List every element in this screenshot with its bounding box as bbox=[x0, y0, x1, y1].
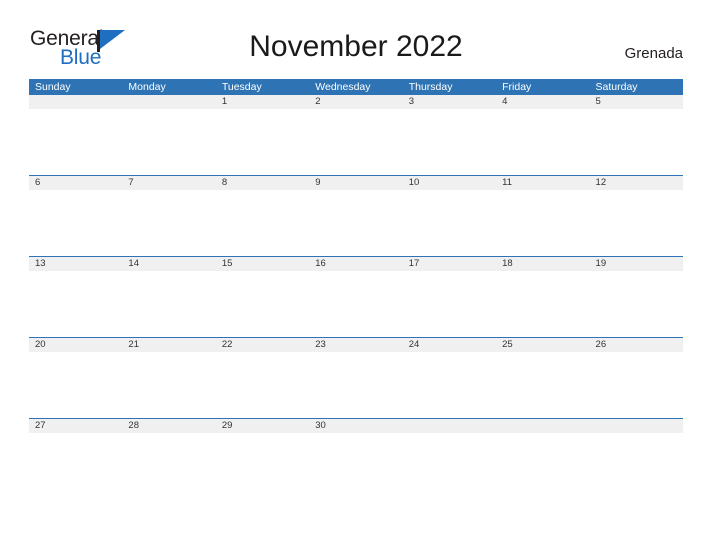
day-cell[interactable]: 1 bbox=[216, 95, 309, 109]
weekday-header-sunday: Sunday bbox=[35, 81, 71, 93]
day-cell[interactable] bbox=[496, 419, 589, 433]
day-cell[interactable]: 4 bbox=[496, 95, 589, 109]
day-cell[interactable]: 18 bbox=[496, 257, 589, 271]
day-cell[interactable]: 14 bbox=[122, 257, 215, 271]
day-cell[interactable]: 6 bbox=[29, 176, 122, 190]
weekday-header-monday: Monday bbox=[128, 81, 166, 93]
weekday-header-saturday: Saturday bbox=[595, 81, 638, 93]
week-note-area[interactable] bbox=[29, 352, 683, 418]
day-cell[interactable]: 24 bbox=[403, 338, 496, 352]
day-cell[interactable] bbox=[122, 95, 215, 109]
day-cell[interactable]: 23 bbox=[309, 338, 402, 352]
week-date-band: 20 21 22 23 24 25 26 bbox=[29, 337, 683, 352]
day-cell[interactable]: 8 bbox=[216, 176, 309, 190]
weekday-header-tuesday: Tuesday bbox=[221, 81, 262, 93]
week-date-band: 1 2 3 4 5 bbox=[29, 95, 683, 109]
day-cell[interactable]: 16 bbox=[309, 257, 402, 271]
day-cell[interactable]: 9 bbox=[309, 176, 402, 190]
calendar-grid: Sunday Monday Tuesday Wednesday Thursday… bbox=[29, 79, 683, 499]
weekday-header-wednesday: Wednesday bbox=[315, 81, 371, 93]
week-note-area[interactable] bbox=[29, 109, 683, 175]
day-cell[interactable]: 12 bbox=[590, 176, 683, 190]
day-cell[interactable] bbox=[403, 419, 496, 433]
day-cell[interactable]: 7 bbox=[122, 176, 215, 190]
day-cell[interactable]: 20 bbox=[29, 338, 122, 352]
week-date-band: 27 28 29 30 bbox=[29, 418, 683, 433]
day-cell[interactable]: 27 bbox=[29, 419, 122, 433]
calendar-page: General Blue November 2022 Grenada Sunda… bbox=[0, 0, 712, 550]
day-cell[interactable]: 15 bbox=[216, 257, 309, 271]
day-cell[interactable]: 28 bbox=[122, 419, 215, 433]
day-cell[interactable]: 10 bbox=[403, 176, 496, 190]
weekday-header-friday: Friday bbox=[502, 81, 532, 93]
day-cell[interactable]: 26 bbox=[590, 338, 683, 352]
day-cell[interactable]: 19 bbox=[590, 257, 683, 271]
day-cell[interactable]: 22 bbox=[216, 338, 309, 352]
day-cell[interactable]: 11 bbox=[496, 176, 589, 190]
week-row: 27 28 29 30 bbox=[29, 418, 683, 499]
week-row: 1 2 3 4 5 bbox=[29, 95, 683, 175]
day-cell[interactable]: 21 bbox=[122, 338, 215, 352]
country-label: Grenada bbox=[624, 45, 683, 62]
week-date-band: 6 7 8 9 10 11 12 bbox=[29, 175, 683, 190]
page-header: General Blue November 2022 Grenada bbox=[0, 0, 712, 78]
day-cell[interactable]: 25 bbox=[496, 338, 589, 352]
day-cell[interactable]: 5 bbox=[590, 95, 683, 109]
week-date-band: 13 14 15 16 17 18 19 bbox=[29, 256, 683, 271]
week-note-area[interactable] bbox=[29, 271, 683, 337]
week-row: 20 21 22 23 24 25 26 bbox=[29, 337, 683, 418]
day-cell[interactable]: 13 bbox=[29, 257, 122, 271]
day-cell[interactable]: 17 bbox=[403, 257, 496, 271]
week-row: 6 7 8 9 10 11 12 bbox=[29, 175, 683, 256]
day-cell[interactable] bbox=[590, 419, 683, 433]
page-title: November 2022 bbox=[249, 30, 463, 63]
day-cell[interactable]: 30 bbox=[309, 419, 402, 433]
week-note-area[interactable] bbox=[29, 190, 683, 256]
week-row: 13 14 15 16 17 18 19 bbox=[29, 256, 683, 337]
week-note-area[interactable] bbox=[29, 433, 683, 499]
day-cell[interactable] bbox=[29, 95, 122, 109]
day-cell[interactable]: 29 bbox=[216, 419, 309, 433]
weekday-header-thursday: Thursday bbox=[408, 81, 453, 93]
day-cell[interactable]: 3 bbox=[403, 95, 496, 109]
weekday-header-row: Sunday Monday Tuesday Wednesday Thursday… bbox=[29, 79, 683, 95]
day-cell[interactable]: 2 bbox=[309, 95, 402, 109]
